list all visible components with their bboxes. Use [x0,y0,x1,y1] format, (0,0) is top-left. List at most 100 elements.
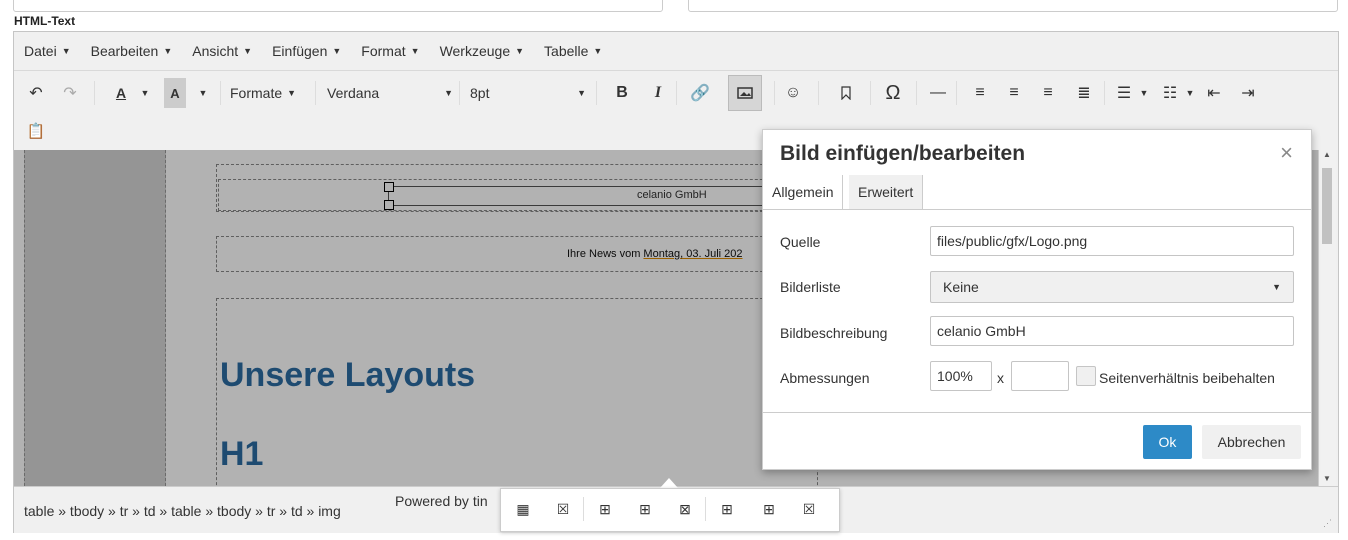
caret-icon[interactable]: ▼ [1138,78,1150,108]
italic-button[interactable]: I [646,78,670,108]
menu-label: Tabelle [544,43,589,59]
link-icon[interactable]: 🔗 [686,78,714,108]
menu-ansicht[interactable]: Ansicht ▼ [182,32,262,70]
keep-ratio-label: Seitenverhältnis beibehalten [1099,370,1275,386]
tab-allgemein[interactable]: Allgemein [763,175,844,209]
close-icon[interactable]: × [1280,140,1293,166]
caret-icon: ▼ [163,46,173,56]
description-input[interactable]: celanio GmbH [930,316,1294,346]
menu-label: Format [361,43,406,59]
horizontal-rule-icon[interactable]: — [926,78,950,108]
menu-format[interactable]: Format ▼ [351,32,429,70]
caret-icon: ▼ [577,88,586,98]
caret-icon[interactable]: ▼ [196,78,210,108]
caret-icon: ▼ [444,88,453,98]
source-input[interactable]: files/public/gfx/Logo.png [930,226,1294,256]
element-path[interactable]: table » tbody » tr » td » table » tbody … [24,503,341,519]
dialog-tabs: Allgemein Erweitert [763,175,1311,210]
height-input[interactable] [1011,361,1069,391]
scroll-up-icon[interactable]: ▲ [1323,150,1331,159]
caret-icon[interactable]: ▼ [1184,78,1196,108]
cancel-button[interactable]: Abbrechen [1202,425,1301,459]
formats-label: Formate [230,85,283,101]
text-color-icon[interactable]: A [110,78,132,108]
font-family-dropdown[interactable]: Verdana ▼ [327,78,457,108]
resize-grip-icon[interactable]: ⋰ [1323,518,1332,529]
imagelist-select[interactable]: Keine ▼ [930,271,1294,303]
outdent-icon[interactable]: ⇤ [1202,78,1226,108]
powered-by-text: Powered by tin [395,493,488,509]
tab-erweitert[interactable]: Erweitert [849,175,924,209]
undo-icon[interactable]: ↶ [24,78,48,108]
top-field-right[interactable] [688,0,1338,12]
source-value: files/public/gfx/Logo.png [937,233,1088,249]
caret-icon[interactable]: ▼ [138,78,152,108]
align-right-icon[interactable]: ≡ [1036,78,1060,108]
background-color-icon[interactable]: A [164,78,186,108]
tab-label: Allgemein [772,184,834,200]
caret-icon: ▼ [515,46,525,56]
ok-button[interactable]: Ok [1143,425,1192,459]
caret-icon: ▼ [243,46,253,56]
emoticon-icon[interactable]: ☺ [780,78,806,108]
caret-icon: ▼ [593,46,603,56]
html-text-label: HTML-Text [14,14,76,28]
insert-image-dialog: Bild einfügen/bearbeiten × Allgemein Erw… [762,129,1312,470]
tab-label: Erweitert [858,184,914,200]
insert-row-after-icon[interactable]: ⊞ [635,499,655,519]
menu-werkzeuge[interactable]: Werkzeuge ▼ [430,32,534,70]
menu-label: Datei [24,43,57,59]
imagelist-label: Bilderliste [780,279,841,295]
table-props-icon[interactable]: ▦ [513,499,533,519]
scrollbar[interactable]: ▲ ▼ [1318,150,1336,486]
width-input[interactable]: 100% [930,361,992,391]
top-field-left[interactable] [13,0,663,12]
formats-dropdown[interactable]: Formate ▼ [230,78,296,108]
paste-icon[interactable]: 📋 [24,116,48,146]
description-value: celanio GmbH [937,323,1026,339]
scrollbar-thumb[interactable] [1322,168,1332,244]
indent-icon[interactable]: ⇥ [1236,78,1260,108]
delete-col-icon[interactable]: ☒ [799,499,819,519]
powered-by[interactable]: Powered by tin [395,493,488,509]
font-size-label: 8pt [470,85,490,101]
menu-datei[interactable]: Datei ▼ [14,32,81,70]
delete-row-icon[interactable]: ⊠ [675,499,695,519]
redo-icon[interactable]: ↷ [58,78,82,108]
menu-bearbeiten[interactable]: Bearbeiten ▼ [81,32,183,70]
delete-table-icon[interactable]: ☒ [553,499,573,519]
menu-label: Bearbeiten [90,43,159,59]
dimensions-label: Abmessungen [780,370,870,386]
description-label: Bildbeschreibung [780,325,888,341]
caret-icon: ▼ [61,46,71,56]
insert-col-before-icon[interactable]: ⊞ [717,499,737,519]
menu-label: Werkzeuge [439,43,511,59]
font-size-dropdown[interactable]: 8pt ▼ [470,78,590,108]
numbered-list-icon[interactable]: ☷ [1158,78,1182,108]
bookmark-glyph-icon [841,86,851,100]
dimension-x-label: x [997,370,1004,386]
bookmark-icon[interactable] [834,78,858,108]
align-justify-icon[interactable]: ≣ [1072,78,1096,108]
insert-row-before-icon[interactable]: ⊞ [595,499,615,519]
align-center-icon[interactable]: ≡ [1002,78,1026,108]
align-left-icon[interactable]: ≡ [968,78,992,108]
table-context-toolbar: ▦ ☒ ⊞ ⊞ ⊠ ⊞ ⊞ ☒ [500,488,840,532]
imagelist-value: Keine [943,279,979,295]
bullet-list-icon[interactable]: ☰ [1112,78,1136,108]
keep-ratio-checkbox[interactable] [1076,366,1096,386]
table-toolbar-pointer [660,478,678,488]
menu-label: Ansicht [192,43,239,59]
source-label: Quelle [780,234,821,250]
caret-icon: ▼ [332,46,342,56]
insert-col-after-icon[interactable]: ⊞ [759,499,779,519]
bold-button[interactable]: B [610,78,634,108]
font-family-label: Verdana [327,85,380,101]
caret-icon: ▼ [287,88,297,98]
scroll-down-icon[interactable]: ▼ [1323,474,1331,483]
special-char-icon[interactable]: Ω [880,78,906,108]
menu-tabelle[interactable]: Tabelle ▼ [534,32,612,70]
image-icon[interactable] [728,75,762,111]
menu-einfuegen[interactable]: Einfügen ▼ [262,32,351,70]
caret-icon: ▼ [410,46,420,56]
